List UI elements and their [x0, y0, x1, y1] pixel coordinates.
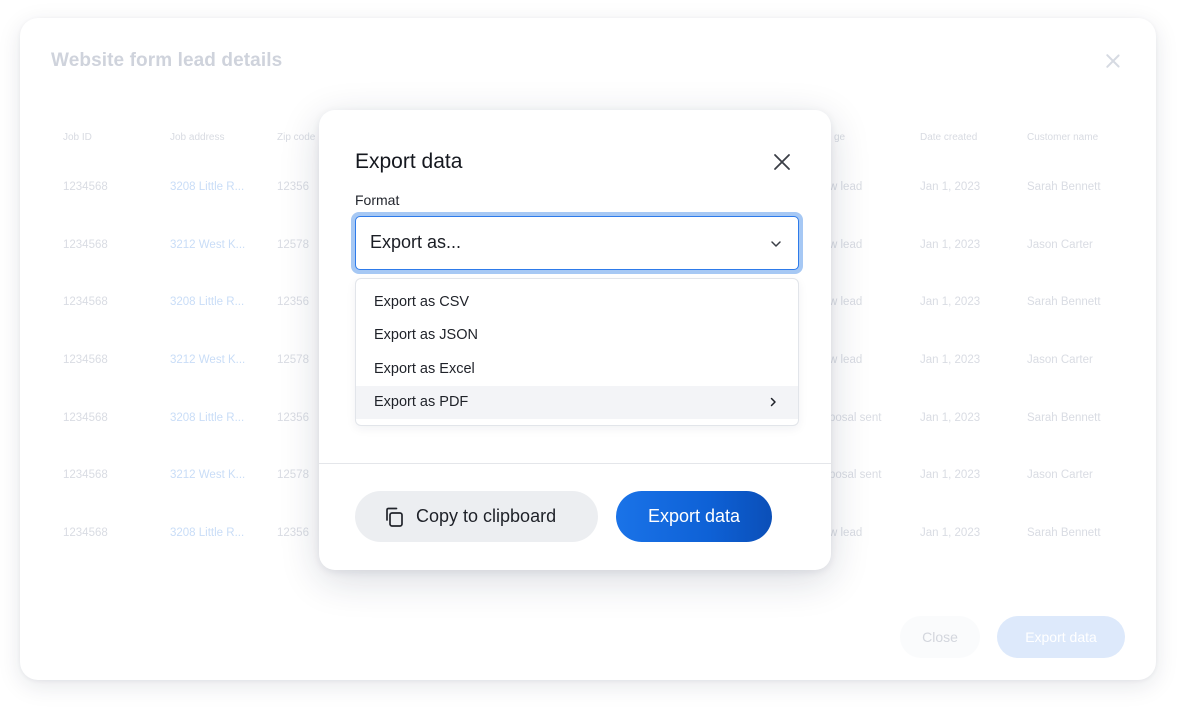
- table-cell: Jan 1, 2023: [920, 412, 981, 424]
- table-cell: posal sent: [829, 412, 882, 424]
- format-label: Format: [355, 192, 400, 208]
- table-cell: Sarah Bennett: [1027, 181, 1101, 193]
- modal-title: Export data: [355, 150, 463, 173]
- table-cell: 1234568: [63, 527, 108, 539]
- format-select-value: Export as...: [370, 232, 462, 252]
- table-cell: Jason Carter: [1027, 354, 1093, 366]
- table-cell: w lead: [829, 239, 863, 251]
- table-cell-link: 3212 West K...: [170, 354, 246, 366]
- table-cell-link: 3208 Little R...: [170, 181, 245, 193]
- table-cell: w lead: [829, 354, 863, 366]
- menu-item-csv[interactable]: Export as CSV: [356, 286, 798, 319]
- table-cell: Jan 1, 2023: [920, 239, 981, 251]
- table-cell: w lead: [829, 181, 863, 193]
- table-cell: posal sent: [829, 469, 882, 481]
- column-header: Customer name: [1027, 132, 1099, 143]
- table-cell: 12578: [277, 354, 309, 366]
- copy-icon: [386, 507, 403, 527]
- table-cell: 12578: [277, 469, 309, 481]
- format-select[interactable]: Export as...: [355, 216, 799, 270]
- export-data-button[interactable]: Export data: [616, 491, 772, 542]
- menu-item-excel[interactable]: Export as Excel: [356, 353, 798, 386]
- table-cell: 1234568: [63, 412, 108, 424]
- table-cell: Jan 1, 2023: [920, 469, 981, 481]
- table-cell: 1234568: [63, 354, 108, 366]
- chevron-right-icon: [770, 397, 776, 407]
- table-cell: 1234568: [63, 181, 108, 193]
- table-cell: 1234568: [63, 239, 108, 251]
- table-cell: Sarah Bennett: [1027, 527, 1101, 539]
- background-close-button: Close: [900, 616, 980, 658]
- table-cell: 1234568: [63, 469, 108, 481]
- copy-to-clipboard-button[interactable]: Copy to clipboard: [355, 491, 598, 542]
- table-cell: w lead: [829, 296, 863, 308]
- menu-item-pdf[interactable]: Export as PDF: [356, 386, 798, 419]
- table-cell: 12356: [277, 527, 309, 539]
- table-cell: Jason Carter: [1027, 239, 1093, 251]
- table-cell-link: 3208 Little R...: [170, 527, 245, 539]
- table-cell: 12578: [277, 239, 309, 251]
- menu-item-pdf-label: Export as PDF: [374, 394, 469, 410]
- table-cell: 12356: [277, 296, 309, 308]
- column-header: Job address: [170, 132, 225, 143]
- table-cell: 12356: [277, 181, 309, 193]
- table-cell: Sarah Bennett: [1027, 296, 1101, 308]
- column-header: Zip code: [277, 132, 316, 143]
- close-icon: [774, 154, 790, 170]
- table-cell-link: 3212 West K...: [170, 239, 246, 251]
- export-modal: Export data Format Export as... Export a…: [319, 110, 831, 570]
- table-cell: Jan 1, 2023: [920, 354, 981, 366]
- column-header: Job ID: [63, 132, 92, 143]
- format-select-focus-ring: Export as...: [351, 212, 803, 274]
- table-cell: Sarah Bennett: [1027, 412, 1101, 424]
- table-cell: Jason Carter: [1027, 469, 1093, 481]
- table-cell: 1234568: [63, 296, 108, 308]
- table-cell-link: 3212 West K...: [170, 469, 246, 481]
- table-cell: Jan 1, 2023: [920, 181, 981, 193]
- table-cell-link: 3208 Little R...: [170, 296, 245, 308]
- close-button[interactable]: [771, 151, 793, 173]
- table-cell: w lead: [829, 527, 863, 539]
- modal-divider: [319, 463, 831, 464]
- format-dropdown-menu: Export as CSV Export as JSON Export as E…: [355, 278, 799, 426]
- table-cell-link: 3208 Little R...: [170, 412, 245, 424]
- background-export-button: Export data: [997, 616, 1125, 658]
- copy-to-clipboard-label: Copy to clipboard: [416, 506, 557, 526]
- table-cell: Jan 1, 2023: [920, 527, 981, 539]
- table-cell: 12356: [277, 412, 309, 424]
- menu-item-json[interactable]: Export as JSON: [356, 319, 798, 352]
- column-header: ge: [834, 132, 846, 143]
- chevron-down-icon: [771, 241, 781, 247]
- table-cell: Jan 1, 2023: [920, 296, 981, 308]
- column-header: Date created: [920, 132, 978, 143]
